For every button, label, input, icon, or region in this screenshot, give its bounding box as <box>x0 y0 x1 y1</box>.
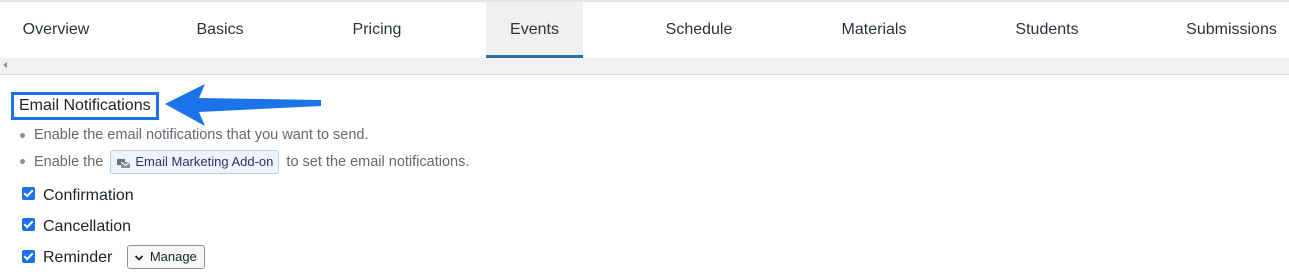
cancellation-label: Cancellation <box>43 218 132 235</box>
tab-overview[interactable]: Overview <box>0 2 112 58</box>
tab-schedule[interactable]: Schedule <box>644 2 754 58</box>
reminder-label: Reminder <box>43 249 113 267</box>
scroll-left-icon[interactable] <box>3 62 7 68</box>
tab-scrollbar[interactable] <box>0 58 1289 75</box>
bullet-2-after: to set the email notifications. <box>286 153 470 170</box>
checkbox-row-reminder: Reminder Manage <box>22 245 205 277</box>
confirmation-label: Confirmation <box>43 187 134 204</box>
manage-button[interactable]: Manage <box>126 245 205 269</box>
tab-events[interactable]: Events <box>486 2 583 58</box>
instructions-list: Enable the email notifications that you … <box>18 124 469 176</box>
list-item: Enable the email notifications that you … <box>18 124 469 150</box>
checkbox-row-confirmation: Confirmation <box>22 184 205 215</box>
list-item: Enable the Email Marketing Add-on to set… <box>18 150 469 176</box>
section-title-text: Email Notifications <box>19 97 151 114</box>
email-marketing-icon <box>117 158 131 168</box>
reminder-checkbox[interactable] <box>22 249 35 263</box>
tab-bar: Overview Basics Pricing Events Schedule … <box>0 0 1289 58</box>
email-marketing-addon-link[interactable]: Email Marketing Add-on <box>110 150 280 174</box>
confirmation-checkbox[interactable] <box>22 187 35 201</box>
bullet-1-text: Enable the email notifications that you … <box>34 127 369 143</box>
checkbox-row-cancellation: Cancellation <box>22 215 205 246</box>
cancellation-checkbox[interactable] <box>22 218 35 232</box>
addon-label: Email Marketing Add-on <box>135 154 274 169</box>
arrow-annotation <box>165 84 321 126</box>
tab-submissions[interactable]: Submissions <box>1174 2 1289 58</box>
bullet-2-before: Enable the <box>34 153 104 170</box>
tab-students[interactable]: Students <box>992 2 1102 58</box>
tab-pricing[interactable]: Pricing <box>322 2 432 58</box>
chevron-down-icon <box>134 254 143 261</box>
section-title: Email Notifications <box>11 92 159 120</box>
notification-options: Confirmation Cancellation Reminder Manag… <box>22 184 205 277</box>
manage-label: Manage <box>149 249 197 264</box>
tab-basics[interactable]: Basics <box>165 2 275 58</box>
tab-materials[interactable]: Materials <box>818 2 930 58</box>
